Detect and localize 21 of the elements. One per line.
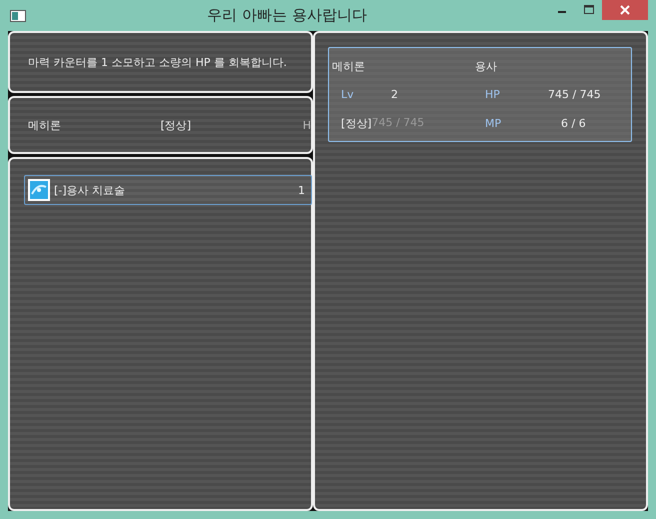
actor-state: [정상] (341, 116, 372, 130)
app-icon (10, 10, 26, 22)
skill-item[interactable]: [-]용사 치료술 1 (24, 175, 312, 205)
close-icon (620, 5, 630, 15)
skill-icon (28, 179, 50, 201)
actor-class: 용사 (475, 58, 498, 74)
hp-value: 745 / 745 (548, 88, 601, 101)
mp-value: 6 / 6 (561, 116, 586, 130)
actor-name: 메히론 (332, 58, 366, 74)
level-value: 2 (391, 88, 399, 101)
stat-label: H (302, 118, 311, 132)
level-label: Lv (341, 88, 355, 101)
actor-name: 메히론 (28, 118, 62, 132)
actor-state: [정상] (160, 118, 192, 132)
hp-label: HP (485, 88, 501, 101)
window-title: 우리 아빠는 용사랍니다 (206, 6, 368, 25)
faded-text: 745 / 745 (372, 116, 424, 130)
help-text: 마력 카운터를 1 소모하고 소량의 HP 를 회복합니다. (28, 54, 287, 70)
maximize-icon (584, 5, 594, 15)
close-button[interactable] (602, 0, 648, 20)
mp-label: MP (485, 116, 502, 130)
